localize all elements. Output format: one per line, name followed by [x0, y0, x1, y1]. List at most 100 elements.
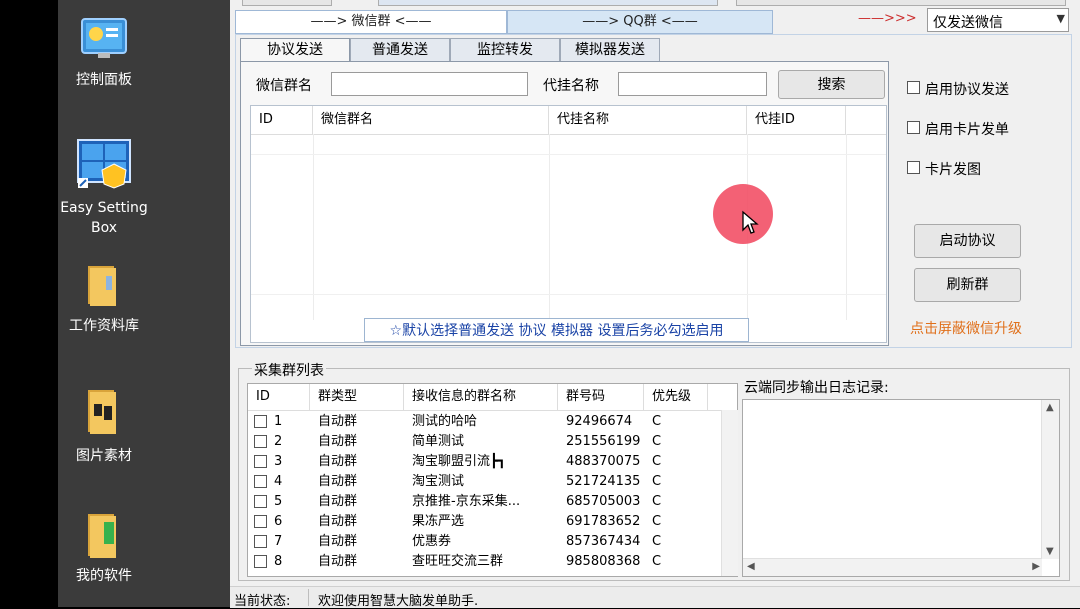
row-type: 自动群: [318, 554, 358, 569]
row-checkbox[interactable]: [254, 455, 267, 468]
grid-line: [549, 134, 550, 320]
collect-rows: 1 自动群 测试的哈哈 92496674 C 2 自动群 简单测试 251556…: [248, 412, 737, 576]
row-id: 4: [274, 474, 283, 489]
row-group-number: 685705003: [566, 494, 641, 509]
row-group-name: 果冻严选: [412, 514, 465, 529]
top-button-stub[interactable]: [242, 0, 332, 6]
grid-header: ID 微信群名 代挂名称 代挂ID: [251, 106, 886, 135]
top-button-stub[interactable]: [736, 0, 1066, 6]
card-image-checkbox[interactable]: [907, 161, 920, 174]
row-id: 1: [274, 414, 283, 429]
scroll-up-icon[interactable]: ▲: [1046, 402, 1054, 413]
grid-line: [313, 134, 314, 320]
agent-name-label: 代挂名称: [543, 78, 599, 94]
tab-protocol-send[interactable]: 协议发送: [240, 38, 350, 62]
desktop-icon-label: Easy Setting Box: [60, 200, 148, 236]
log-vertical-scrollbar[interactable]: ▲ ▼: [1041, 400, 1059, 559]
group-name-input[interactable]: [331, 72, 528, 96]
row-priority: C: [652, 434, 662, 449]
log-textarea[interactable]: ▲ ▼ ◀ ▶: [742, 399, 1060, 577]
mode-select-value: 仅发送微信: [933, 15, 1003, 31]
hint-text: ☆默认选择普通发送 协议 模拟器 设置后务必勾选启用: [364, 318, 749, 342]
wechat-group-grid[interactable]: ID 微信群名 代挂名称 代挂ID ☆默认选择普通发送 协议 模拟器 设置后务必…: [250, 105, 887, 343]
row-checkbox[interactable]: [254, 435, 267, 448]
row-type: 自动群: [318, 494, 358, 509]
log-title: 云端同步输出日志记录:: [744, 380, 889, 396]
row-id: 5: [274, 494, 283, 509]
desktop-icon-my-software[interactable]: 我的软件: [44, 512, 164, 586]
row-group-number: 488370075: [566, 454, 641, 469]
status-label: 当前状态:: [234, 594, 291, 609]
row-checkbox[interactable]: [254, 555, 267, 568]
grid-line: [251, 154, 886, 155]
block-wechat-upgrade-link[interactable]: 点击屏蔽微信升级: [910, 318, 1022, 338]
scroll-left-icon[interactable]: ◀: [747, 561, 755, 572]
app-window: ——> 微信群 <—— ——> QQ群 <—— ——>>> 仅发送微信 ▼ 协议…: [230, 0, 1080, 609]
column-header-agent-id[interactable]: 代挂ID: [747, 106, 846, 134]
row-priority: C: [652, 514, 662, 529]
column-header-agent-name[interactable]: 代挂名称: [549, 106, 747, 134]
column-header-receive-group-name[interactable]: 接收信息的群名称: [404, 384, 558, 410]
row-priority: C: [652, 534, 662, 549]
row-group-name: 淘宝测试: [412, 474, 465, 489]
column-header-priority[interactable]: 优先级: [644, 384, 708, 410]
row-id: 2: [274, 434, 283, 449]
grid-line: [846, 134, 847, 320]
row-group-name: 优惠券: [412, 534, 452, 549]
desktop-icon-image-assets[interactable]: 图片素材: [44, 386, 164, 466]
tab-emulator-send[interactable]: 模拟器发送: [560, 38, 660, 62]
row-group-name: 查旺旺交流三群: [412, 554, 504, 569]
refresh-groups-button[interactable]: 刷新群: [914, 268, 1021, 302]
column-header-id[interactable]: ID: [251, 106, 313, 134]
enable-card-send-checkbox[interactable]: [907, 121, 920, 134]
desktop-icon-label: 工作资料库: [69, 318, 139, 334]
collect-group-list[interactable]: ID 群类型 接收信息的群名称 群号码 优先级 1 自动群 测试的哈哈 9249…: [247, 383, 738, 577]
top-bar-stub: [378, 0, 718, 6]
log-horizontal-scrollbar[interactable]: ◀ ▶: [743, 558, 1042, 576]
status-divider: [308, 589, 309, 606]
row-priority: C: [652, 494, 662, 509]
tab-wechat-channel[interactable]: ——> 微信群 <——: [235, 10, 507, 34]
tab-normal-send[interactable]: 普通发送: [350, 38, 450, 62]
column-header-group-type[interactable]: 群类型: [310, 384, 404, 410]
desktop-icon-label: 图片素材: [76, 448, 132, 464]
row-checkbox[interactable]: [254, 415, 267, 428]
scroll-right-icon[interactable]: ▶: [1032, 561, 1040, 572]
desktop-icon-easy-setting-box[interactable]: Easy Setting Box: [44, 138, 164, 238]
tab-qq-channel[interactable]: ——> QQ群 <——: [507, 10, 773, 34]
folder-icon: [76, 512, 132, 558]
collect-list-scrollbar[interactable]: [721, 410, 738, 576]
desktop-background: 控制面板 Easy Setting Box 工作资料库 图片素材 我的软件: [58, 0, 230, 607]
column-header-id[interactable]: ID: [248, 384, 310, 410]
column-header-group-number[interactable]: 群号码: [558, 384, 644, 410]
enable-card-send-label: 启用卡片发单: [925, 122, 1009, 138]
row-group-name: 京推推-京东采集...: [412, 494, 521, 509]
tab-monitor-forward[interactable]: 监控转发: [450, 38, 560, 62]
status-text: 欢迎使用智慧大脑发单助手.: [318, 594, 479, 609]
desktop-icon-control-panel[interactable]: 控制面板: [44, 16, 164, 90]
column-header-group-name[interactable]: 微信群名: [313, 106, 549, 134]
row-group-number: 857367434: [566, 534, 641, 549]
row-checkbox[interactable]: [254, 475, 267, 488]
row-checkbox[interactable]: [254, 495, 267, 508]
row-priority: C: [652, 554, 662, 569]
enable-protocol-send-checkbox[interactable]: [907, 81, 920, 94]
scroll-down-icon[interactable]: ▼: [1046, 546, 1054, 557]
row-type: 自动群: [318, 514, 358, 529]
row-priority: C: [652, 414, 662, 429]
desktop-icon-work-library[interactable]: 工作资料库: [44, 262, 164, 336]
row-type: 自动群: [318, 434, 358, 449]
collect-list-title: 采集群列表: [252, 360, 326, 380]
control-panel-icon: [76, 16, 132, 62]
row-group-number: 521724135: [566, 474, 641, 489]
row-group-number: 691783652: [566, 514, 641, 529]
mode-select[interactable]: 仅发送微信 ▼: [927, 8, 1069, 32]
agent-name-input[interactable]: [618, 72, 767, 96]
search-button[interactable]: 搜索: [778, 70, 885, 99]
start-protocol-button[interactable]: 启动协议: [914, 224, 1021, 258]
row-group-number: 985808368: [566, 554, 641, 569]
desktop-icon-label: 控制面板: [76, 72, 132, 88]
row-checkbox[interactable]: [254, 515, 267, 528]
row-checkbox[interactable]: [254, 535, 267, 548]
row-group-name: 简单测试: [412, 434, 465, 449]
